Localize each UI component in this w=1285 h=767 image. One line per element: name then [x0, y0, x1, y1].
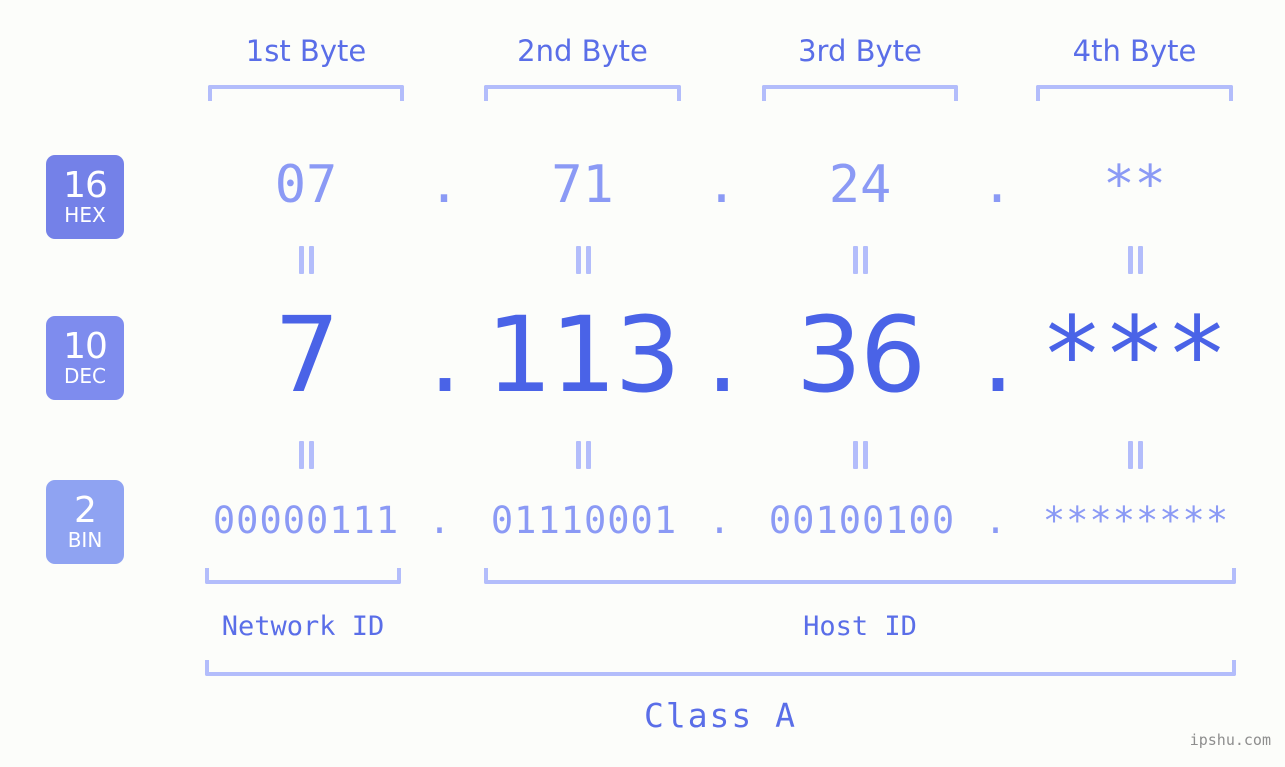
byte-header-2: 2nd Byte: [517, 34, 648, 68]
dec-byte-1: 7: [273, 294, 340, 416]
equals-icon-1: [293, 245, 319, 275]
badge-dec: 10 DEC: [46, 316, 124, 400]
badge-hex-label: HEX: [64, 202, 106, 227]
network-id-label: Network ID: [221, 611, 385, 642]
site-watermark: ipshu.com: [1189, 731, 1271, 749]
dec-dot-2: .: [705, 294, 739, 416]
bin-byte-2: 01110001: [490, 499, 678, 542]
equals-icon-4: [1122, 245, 1148, 275]
host-id-label: Host ID: [803, 611, 917, 642]
bin-dot-1: .: [428, 499, 452, 542]
hex-byte-2: 71: [551, 155, 614, 215]
dec-dot-3: .: [981, 294, 1014, 416]
bin-byte-1: 00000111: [212, 499, 400, 542]
byte-header-3: 3rd Byte: [798, 34, 922, 68]
hex-dot-3: .: [981, 155, 1013, 215]
hex-byte-1: 07: [274, 155, 338, 215]
byte-header-1: 1st Byte: [245, 34, 367, 68]
dec-dot-1: .: [428, 294, 461, 416]
badge-bin-label: BIN: [67, 527, 103, 552]
equals-icon-6: [570, 440, 596, 470]
host-id-bracket: [484, 568, 1236, 584]
class-label: Class A: [643, 696, 798, 735]
hex-dot-2: .: [705, 155, 738, 215]
bin-dot-2: .: [708, 499, 732, 542]
dec-byte-3: 36: [795, 294, 926, 416]
byte-bracket-3: [762, 85, 958, 101]
badge-hex-number: 16: [63, 164, 108, 206]
badge-hex: 16 HEX: [46, 155, 124, 239]
hex-dot-1: .: [428, 155, 460, 215]
class-bracket: [205, 660, 1236, 676]
network-id-bracket: [205, 568, 401, 584]
badge-bin: 2 BIN: [46, 480, 124, 564]
byte-bracket-1: [208, 85, 404, 101]
bin-dot-3: .: [984, 499, 1008, 542]
byte-header-4: 4th Byte: [1072, 34, 1197, 68]
hex-byte-3: 24: [828, 155, 892, 215]
equals-icon-8: [1122, 440, 1148, 470]
byte-bracket-4: [1036, 85, 1233, 101]
equals-icon-3: [847, 245, 873, 275]
equals-icon-7: [847, 440, 873, 470]
badge-dec-label: DEC: [63, 363, 106, 388]
equals-icon-2: [570, 245, 596, 275]
equals-icon-5: [293, 440, 319, 470]
dec-byte-2: 113: [486, 294, 681, 416]
badge-dec-number: 10: [63, 325, 108, 367]
hex-byte-4: **: [1103, 155, 1166, 215]
bin-byte-3: 00100100: [768, 499, 956, 542]
ip-breakdown-diagram: 1st Byte 2nd Byte 3rd Byte 4th Byte 16 H…: [0, 0, 1285, 767]
byte-bracket-2: [484, 85, 681, 101]
badge-bin-number: 2: [74, 489, 97, 531]
bin-byte-4: ********: [1042, 499, 1230, 542]
dec-byte-4: ***: [1040, 294, 1229, 416]
